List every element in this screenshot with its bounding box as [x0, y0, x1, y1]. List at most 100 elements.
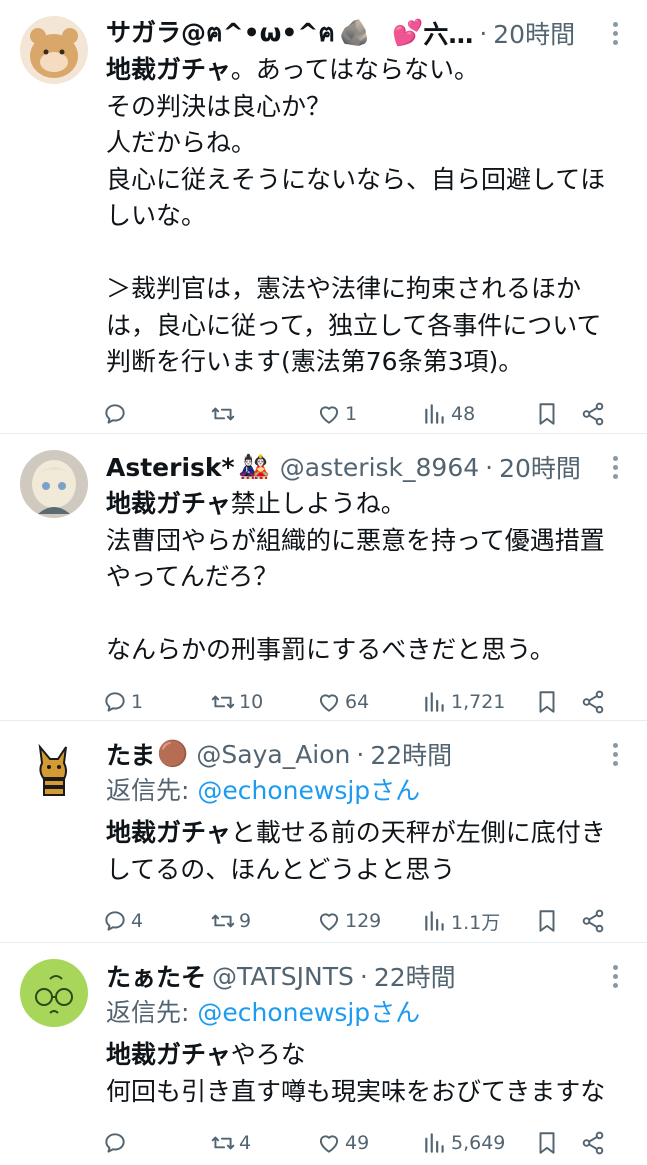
- retweet-button[interactable]: [210, 401, 316, 427]
- separator-dot: ·: [485, 452, 494, 482]
- reply-to-link[interactable]: @echonewsjpさん: [197, 998, 420, 1027]
- avatar[interactable]: [20, 737, 88, 805]
- bookmark-button[interactable]: [534, 689, 580, 715]
- like-button[interactable]: 1: [316, 401, 422, 427]
- text-line: 地裁ガチャ禁止しようね。: [106, 486, 629, 523]
- views-icon: [425, 1133, 444, 1153]
- text-line: してるの、ほんとどうよと思う: [106, 854, 456, 884]
- display-name[interactable]: Asterisk*: [106, 453, 235, 482]
- like-button[interactable]: 49: [316, 1130, 422, 1156]
- bookmark-icon: [539, 910, 555, 932]
- more-icon[interactable]: [605, 965, 625, 989]
- avatar[interactable]: [20, 16, 88, 84]
- text-fragment: やろな: [230, 1040, 306, 1069]
- text-line: 何回も引き直す噂も現実味をおびてきますな: [106, 1076, 606, 1106]
- views-button[interactable]: 1.1万: [422, 908, 534, 935]
- share-button[interactable]: [580, 689, 610, 715]
- text-fragment: 。あってはならない。: [230, 55, 480, 84]
- text-fragment: と載せる前の天秤が左側に底付き: [230, 818, 606, 847]
- timestamp[interactable]: 20時間: [499, 449, 581, 485]
- timestamp[interactable]: 22時間: [374, 958, 456, 994]
- retweet-count: 10: [239, 690, 264, 713]
- timestamp[interactable]: 20時間: [493, 15, 575, 51]
- keyword[interactable]: 地裁ガチャ: [106, 489, 231, 518]
- timestamp[interactable]: 22時間: [370, 736, 452, 772]
- share-button[interactable]: [580, 908, 610, 934]
- bookmark-button[interactable]: [534, 1130, 580, 1156]
- share-button[interactable]: [580, 401, 610, 427]
- reply-to-link[interactable]: @echonewsjpさん: [197, 776, 420, 805]
- views-button[interactable]: 1,721: [422, 689, 534, 715]
- text-line: 判断を行います(憲法第76条第3項)。: [106, 347, 524, 376]
- views-icon: [425, 691, 444, 712]
- retweet-button[interactable]: 9: [210, 908, 316, 934]
- tweet-text: 地裁ガチャやろな 何回も引き直す噂も現実味をおびてきますな: [106, 1037, 629, 1110]
- handle[interactable]: @Saya_Aion: [196, 740, 350, 769]
- retweet-count: 4: [239, 1132, 252, 1154]
- reply-prefix: 返信先:: [106, 998, 198, 1027]
- reply-button[interactable]: [102, 401, 210, 427]
- avatar[interactable]: [20, 959, 88, 1027]
- views-count: 1,721: [451, 690, 506, 713]
- retweet-icon: [211, 407, 235, 420]
- like-icon: [319, 913, 339, 931]
- share-icon: [582, 690, 604, 713]
- keyword[interactable]: 地裁ガチャ: [106, 55, 231, 84]
- reply-button[interactable]: [102, 1130, 210, 1156]
- hearts-emoji-icon: 💕: [392, 18, 424, 47]
- handle[interactable]: @asterisk_8964: [280, 453, 479, 482]
- tweet[interactable]: たぁたそ @TATSJNTS · 22時間 返信先: @echonewsjpさん…: [0, 943, 647, 1165]
- like-count: 64: [345, 690, 370, 713]
- bookmark-button[interactable]: [534, 401, 580, 427]
- more-icon[interactable]: [605, 743, 625, 767]
- tweet-header: サガラ@ฅ^•ω•^ฅ 🪨 💕 六… · 20時間: [106, 14, 629, 52]
- separator-dot: ·: [356, 739, 365, 769]
- display-name-tail[interactable]: 六…: [423, 15, 473, 51]
- text-line: 良心に従えそうにないなら、自ら回避してほ: [106, 164, 606, 194]
- bookmark-button[interactable]: [534, 908, 580, 934]
- views-count: 1.1万: [451, 911, 501, 934]
- like-button[interactable]: 129: [316, 908, 422, 934]
- keyword[interactable]: 地裁ガチャ: [106, 1040, 231, 1069]
- display-name[interactable]: サガラ@ฅ^•ω•^ฅ: [106, 14, 335, 52]
- avatar[interactable]: [20, 450, 88, 518]
- views-icon: [425, 403, 444, 424]
- more-icon[interactable]: [605, 22, 625, 46]
- text-fragment: 禁止しようね。: [230, 489, 406, 518]
- text-line: [106, 596, 629, 633]
- timeline-feed: サガラ@ฅ^•ω•^ฅ 🪨 💕 六… · 20時間 地裁ガチャ。あってはならない…: [0, 0, 647, 1165]
- views-button[interactable]: 48: [422, 401, 534, 427]
- reply-icon: [105, 691, 125, 712]
- tweet[interactable]: サガラ@ฅ^•ω•^ฅ 🪨 💕 六… · 20時間 地裁ガチャ。あってはならない…: [0, 0, 647, 434]
- text-line: ＞裁判官は，憲法や法律に拘束されるほか: [106, 274, 582, 303]
- text-line: 地裁ガチャと載せる前の天秤が左側に底付き: [106, 815, 629, 852]
- views-button[interactable]: 5,649: [422, 1130, 534, 1156]
- keyword[interactable]: 地裁ガチャ: [106, 818, 231, 847]
- text-line: 人だからね。: [106, 128, 257, 157]
- like-button[interactable]: 64: [316, 689, 422, 715]
- tweet-text: 地裁ガチャ禁止しようね。 法曹団やらが組織的に悪意を持って優遇措置 やってんだろ…: [106, 486, 629, 669]
- share-icon: [582, 402, 604, 425]
- text-line: 地裁ガチャやろな: [106, 1037, 629, 1074]
- retweet-button[interactable]: 10: [210, 689, 316, 715]
- views-count: 5,649: [451, 1132, 506, 1154]
- share-button[interactable]: [580, 1130, 610, 1156]
- face-emoji-icon: 🟤: [157, 739, 189, 768]
- display-name[interactable]: たぁたそ: [106, 958, 206, 994]
- more-icon[interactable]: [605, 456, 625, 480]
- reply-icon: [105, 403, 125, 424]
- separator-dot: ·: [479, 18, 488, 48]
- tweet[interactable]: Asterisk* 🎎 @asterisk_8964 · 20時間 地裁ガチャ禁…: [0, 434, 647, 721]
- reply-button[interactable]: 1: [102, 689, 210, 715]
- text-line: なんらかの刑事罰にするべきだと思う。: [106, 635, 555, 664]
- separator-dot: ·: [359, 961, 368, 991]
- reply-button[interactable]: 4: [102, 908, 210, 934]
- tweet[interactable]: たま 🟤 @Saya_Aion · 22時間 返信先: @echonewsjpさ…: [0, 721, 647, 943]
- display-name[interactable]: たま: [106, 736, 155, 772]
- views-icon: [425, 911, 444, 931]
- reply-icon: [105, 1133, 125, 1153]
- handle[interactable]: @TATSJNTS: [212, 962, 354, 991]
- text-line: 法曹団やらが組織的に悪意を持って優遇措置: [106, 525, 605, 555]
- retweet-button[interactable]: 4: [210, 1130, 316, 1156]
- tweet-header: Asterisk* 🎎 @asterisk_8964 · 20時間: [106, 448, 629, 486]
